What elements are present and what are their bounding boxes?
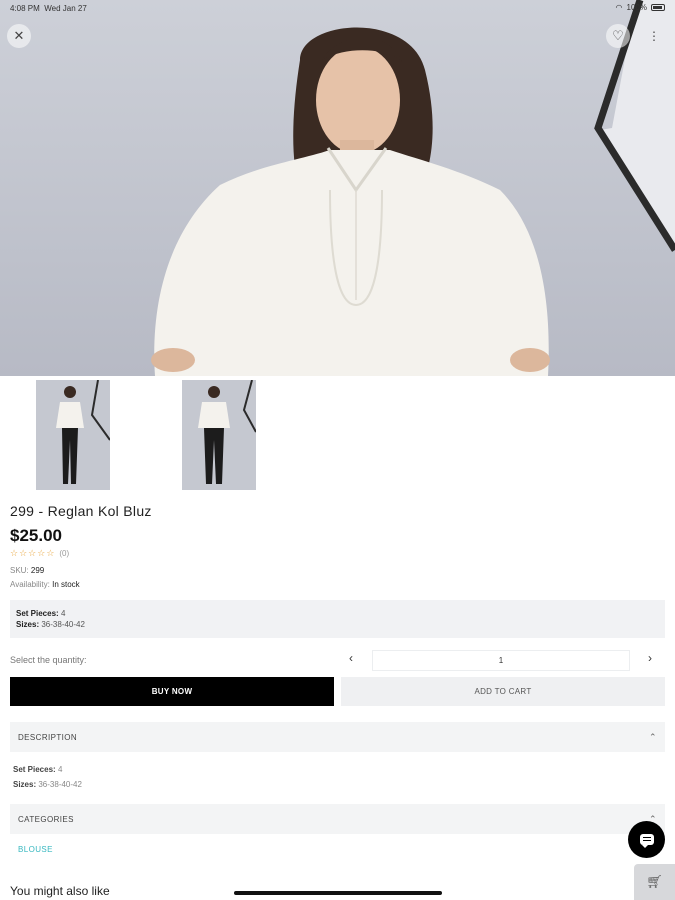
star-icon: ☆ (19, 548, 28, 558)
chevron-up-icon: ⌃ (649, 731, 657, 742)
wifi-icon: ◠ (615, 3, 623, 12)
status-right: ◠ 100% (616, 3, 665, 12)
star-icon: ☆ (46, 548, 55, 558)
status-time: 4:08 PM Wed Jan 27 (10, 4, 87, 13)
categories-section-header[interactable]: CATEGORIES ⌃ (10, 804, 665, 834)
wishlist-button[interactable]: ♡ (606, 24, 630, 48)
product-price: $25.00 (10, 526, 62, 545)
desc-set-pieces-value: 4 (57, 765, 63, 774)
product-photo (0, 0, 675, 376)
close-button[interactable]: ✕ (7, 24, 31, 48)
quantity-label: Select the quantity: (10, 655, 87, 665)
chat-button[interactable] (628, 821, 665, 858)
description-body: Set Pieces: 4 Sizes: 36-38-40-42 (13, 762, 82, 792)
battery-icon (651, 4, 665, 11)
star-icon: ☆ (37, 548, 46, 558)
cart-button[interactable]: 🛒︎ (634, 864, 675, 900)
sku-label: SKU: (10, 566, 29, 575)
thumbnail-back[interactable] (182, 380, 256, 490)
sizes-value: 36-38-40-42 (41, 620, 85, 629)
close-icon: ✕ (13, 28, 25, 43)
set-pieces-label: Set Pieces: (16, 609, 59, 618)
buy-now-button[interactable]: BUY NOW (10, 677, 334, 706)
quantity-decrease-button[interactable]: ‹ (344, 651, 358, 669)
chat-icon (639, 834, 654, 848)
recommendations-title: You might also like (10, 884, 110, 898)
status-bar: 4:08 PM Wed Jan 27 ◠ 100% (0, 0, 675, 16)
star-icon: ☆ (28, 548, 37, 558)
sku-value: 299 (30, 566, 45, 575)
category-link-blouse[interactable]: BLOUSE (18, 845, 53, 854)
more-options-button[interactable]: ⋮ (642, 24, 666, 48)
add-to-cart-button[interactable]: ADD TO CART (341, 677, 665, 706)
product-availability: Availability: In stock (10, 580, 80, 589)
description-header-label: DESCRIPTION (18, 732, 78, 742)
product-info-box: Set Pieces: 4 Sizes: 36-38-40-42 (10, 600, 665, 638)
more-vertical-icon: ⋮ (648, 29, 660, 43)
product-title: 299 - Reglan Kol Bluz (10, 503, 152, 519)
image-thumbnails (0, 380, 675, 492)
desc-set-pieces-label: Set Pieces: (13, 765, 56, 774)
rating-count: (0) (59, 549, 70, 558)
quantity-increase-button[interactable]: › (643, 651, 657, 669)
quantity-input[interactable] (372, 650, 630, 671)
sizes-label: Sizes: (16, 620, 40, 629)
product-rating[interactable]: ☆ ☆ ☆ ☆ ☆ (0) (10, 548, 69, 559)
availability-value: In stock (52, 580, 80, 589)
product-sku: SKU: 299 (10, 566, 44, 575)
set-pieces-value: 4 (60, 609, 66, 618)
description-section-header[interactable]: DESCRIPTION ⌃ (10, 722, 665, 752)
heart-icon: ♡ (612, 28, 624, 43)
desc-sizes-value: 36-38-40-42 (38, 780, 82, 789)
chevron-left-icon: ‹ (349, 651, 353, 665)
cart-icon: 🛒︎ (646, 874, 663, 889)
availability-label: Availability: (10, 580, 50, 589)
star-icon: ☆ (10, 548, 19, 558)
product-main-image[interactable]: 4:08 PM Wed Jan 27 ◠ 100% ✕ ♡ ⋮ (0, 0, 675, 376)
desc-sizes-label: Sizes: (13, 780, 37, 789)
thumbnail-front[interactable] (36, 380, 110, 490)
battery-percent: 100% (626, 3, 647, 12)
chevron-right-icon: › (648, 651, 652, 665)
categories-header-label: CATEGORIES (18, 814, 74, 824)
home-indicator[interactable] (234, 891, 442, 895)
